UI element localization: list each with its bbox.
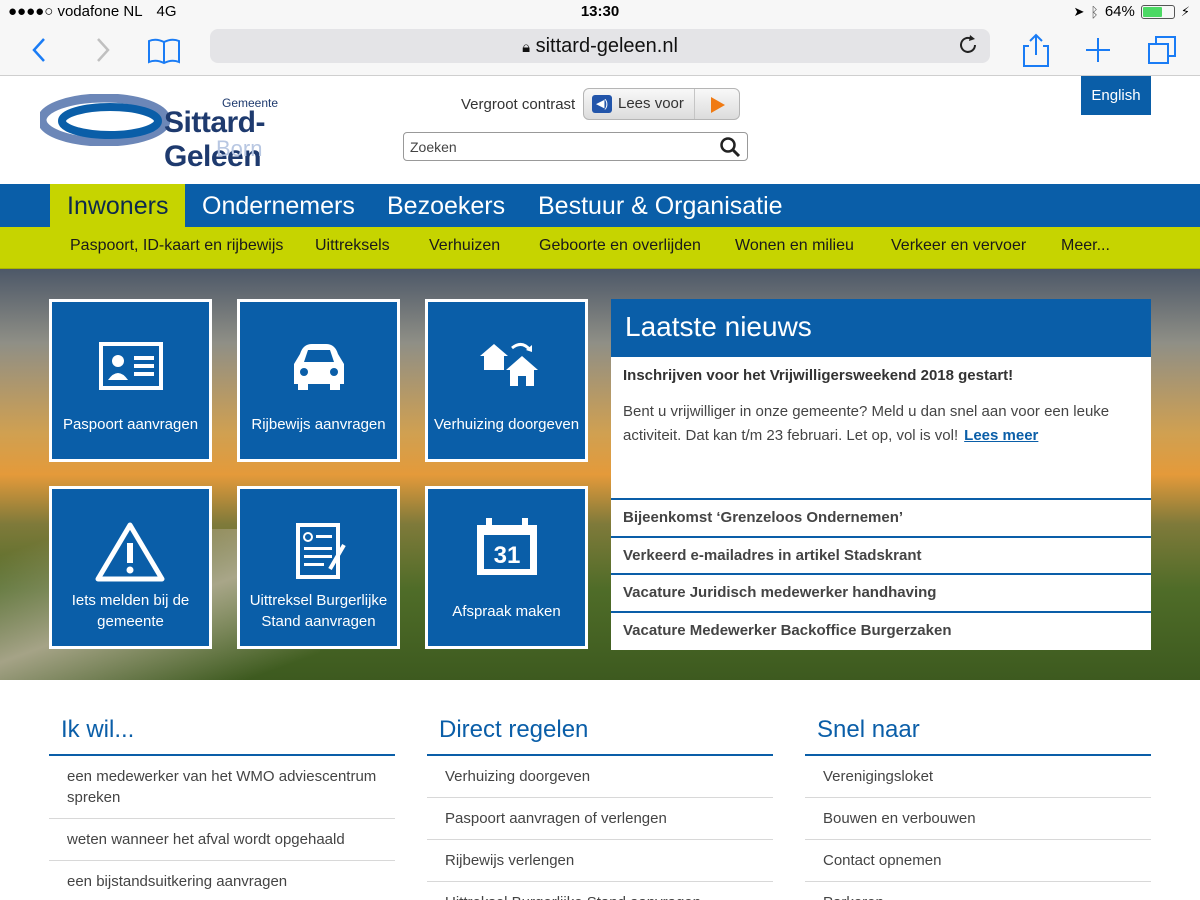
warning-icon	[95, 522, 165, 582]
play-icon	[711, 97, 725, 113]
news-featured-title[interactable]: Inschrijven voor het Vrijwilligersweeken…	[623, 367, 1139, 384]
subnav-item-verhuizen[interactable]: Verhuizen	[429, 227, 500, 269]
moving-houses-icon	[480, 343, 538, 386]
subnav-item-wonen[interactable]: Wonen en milieu	[735, 227, 854, 269]
tile-afspraak-maken[interactable]: 31 Afspraak maken	[425, 486, 588, 649]
column-title: Ik wil...	[49, 700, 395, 756]
list-item[interactable]: Paspoort aanvragen of verlengen	[427, 798, 773, 840]
column-title: Direct regelen	[427, 700, 773, 756]
car-icon	[294, 344, 344, 390]
tile-label: Uittreksel Burgerlijke Stand aanvragen	[249, 592, 388, 630]
location-icon: ➤	[1073, 3, 1085, 19]
news-featured: Inschrijven voor het Vrijwilligersweeken…	[611, 357, 1151, 498]
tab-ondernemers[interactable]: Ondernemers	[185, 184, 372, 227]
back-icon[interactable]	[20, 30, 60, 70]
clock: 13:30	[580, 3, 620, 20]
subnav-item-verkeer[interactable]: Verkeer en vervoer	[891, 227, 1026, 269]
url-text: sittard-geleen.nl	[535, 35, 678, 57]
english-language-button[interactable]: English	[1081, 76, 1151, 115]
lees-voor-button[interactable]: ◀) Lees voor	[583, 88, 740, 120]
tile-iets-melden[interactable]: Iets melden bij de gemeente	[49, 486, 212, 649]
id-card-icon	[99, 342, 163, 390]
main-nav: Inwoners Ondernemers Bezoekers Bestuur &…	[0, 184, 1200, 227]
browser-toolbar: 🔒︎ sittard-geleen.nl	[0, 24, 1200, 76]
list-item[interactable]: Verenigingsloket	[805, 756, 1151, 798]
search-input[interactable]: Zoeken	[403, 132, 748, 161]
new-tab-icon[interactable]	[1078, 30, 1118, 70]
column-direct-regelen: Direct regelen Verhuizing doorgeven Pasp…	[427, 700, 773, 900]
list-item[interactable]: een bijstandsuitkering aanvragen	[49, 861, 395, 900]
subnav-item-geboorte[interactable]: Geboorte en overlijden	[539, 227, 701, 269]
list-item[interactable]: Contact opnemen	[805, 840, 1151, 882]
news-item[interactable]: Vacature Medewerker Backoffice Burgerzak…	[611, 610, 1151, 649]
list-item[interactable]: Rijbewijs verlengen	[427, 840, 773, 882]
site-header: Gemeente Sittard-Geleen Born Vergroot co…	[0, 76, 1200, 184]
column-snel-naar: Snel naar Verenigingsloket Bouwen en ver…	[805, 700, 1151, 900]
list-item[interactable]: een medewerker van het WMO adviescentrum…	[49, 756, 395, 819]
tab-bezoekers[interactable]: Bezoekers	[370, 184, 522, 227]
list-item[interactable]: weten wanneer het afval wordt opgehaald	[49, 819, 395, 861]
lees-meer-link[interactable]: Lees meer	[964, 427, 1038, 444]
address-bar[interactable]: 🔒︎ sittard-geleen.nl	[210, 29, 990, 63]
news-item[interactable]: Vacature Juridisch medewerker handhaving	[611, 573, 1151, 611]
lock-icon: 🔒︎	[522, 39, 531, 56]
logo-swoosh-icon	[40, 94, 170, 146]
logo-born-text: Born	[216, 136, 263, 161]
status-bar: ●●●●○ vodafone NL 4G 13:30 ➤ ᛒ 64% ⚡	[0, 0, 1200, 24]
charging-icon: ⚡	[1180, 3, 1190, 19]
tab-inwoners[interactable]: Inwoners	[50, 184, 186, 227]
tile-label: Afspraak maken	[452, 603, 561, 620]
site-logo[interactable]: Gemeente Sittard-Geleen Born	[40, 90, 340, 173]
share-icon[interactable]	[1016, 30, 1056, 70]
bluetooth-icon: ᛒ	[1090, 3, 1099, 20]
news-panel: Laatste nieuws Inschrijven voor het Vrij…	[611, 299, 1151, 650]
news-item[interactable]: Bijeenkomst ‘Grenzeloos Ondernemen’	[611, 498, 1151, 536]
list-item[interactable]: Verhuizing doorgeven	[427, 756, 773, 798]
tile-paspoort-aanvragen[interactable]: Paspoort aanvragen	[49, 299, 212, 462]
tabs-icon[interactable]	[1142, 30, 1182, 70]
calendar-icon: 31	[477, 518, 537, 575]
forward-icon[interactable]	[82, 30, 122, 70]
search-icon[interactable]	[719, 136, 741, 158]
speaker-icon: ◀)	[592, 95, 612, 113]
certificate-icon	[296, 523, 346, 579]
tile-label: Paspoort aanvragen	[62, 416, 199, 433]
contrast-toggle[interactable]: Vergroot contrast	[461, 96, 575, 113]
news-item[interactable]: Verkeerd e-mailadres in artikel Stadskra…	[611, 535, 1151, 574]
subnav-item-meer[interactable]: Meer...	[1061, 227, 1110, 269]
subnav-item-paspoort[interactable]: Paspoort, ID-kaart en rijbewijs	[70, 227, 283, 269]
battery-icon	[1140, 4, 1175, 19]
subnav-item-uittreksels[interactable]: Uittreksels	[315, 227, 390, 269]
tile-verhuizing-doorgeven[interactable]: Verhuizing doorgeven	[425, 299, 588, 462]
list-item[interactable]: Parkeren	[805, 882, 1151, 900]
sub-nav: Paspoort, ID-kaart en rijbewijs Uittreks…	[0, 227, 1200, 269]
hero-banner: Paspoort aanvragen Rijbewijs aanvragen V…	[0, 269, 1200, 680]
tile-label: Rijbewijs aanvragen	[251, 416, 386, 433]
column-title: Snel naar	[805, 700, 1151, 756]
tab-bestuur-organisatie[interactable]: Bestuur & Organisatie	[521, 184, 800, 227]
bookmarks-icon[interactable]	[144, 30, 184, 70]
calendar-day: 31	[494, 542, 521, 569]
list-item[interactable]: Bouwen en verbouwen	[805, 798, 1151, 840]
news-title: Laatste nieuws	[611, 299, 1151, 357]
tile-label: Iets melden bij de gemeente	[71, 592, 190, 630]
lees-voor-label: Lees voor	[618, 95, 684, 112]
tile-label: Verhuizing doorgeven	[433, 416, 580, 433]
reload-icon[interactable]	[956, 33, 980, 63]
column-ik-wil: Ik wil... een medewerker van het WMO adv…	[49, 700, 395, 900]
battery-percent: 64%	[1104, 3, 1135, 20]
search-placeholder: Zoeken	[410, 139, 457, 155]
list-item[interactable]: Uittreksel Burgerlijke Stand aanvragen	[427, 882, 773, 900]
tile-rijbewijs-aanvragen[interactable]: Rijbewijs aanvragen	[237, 299, 400, 462]
tile-uittreksel-burgerlijke-stand[interactable]: Uittreksel Burgerlijke Stand aanvragen	[237, 486, 400, 649]
